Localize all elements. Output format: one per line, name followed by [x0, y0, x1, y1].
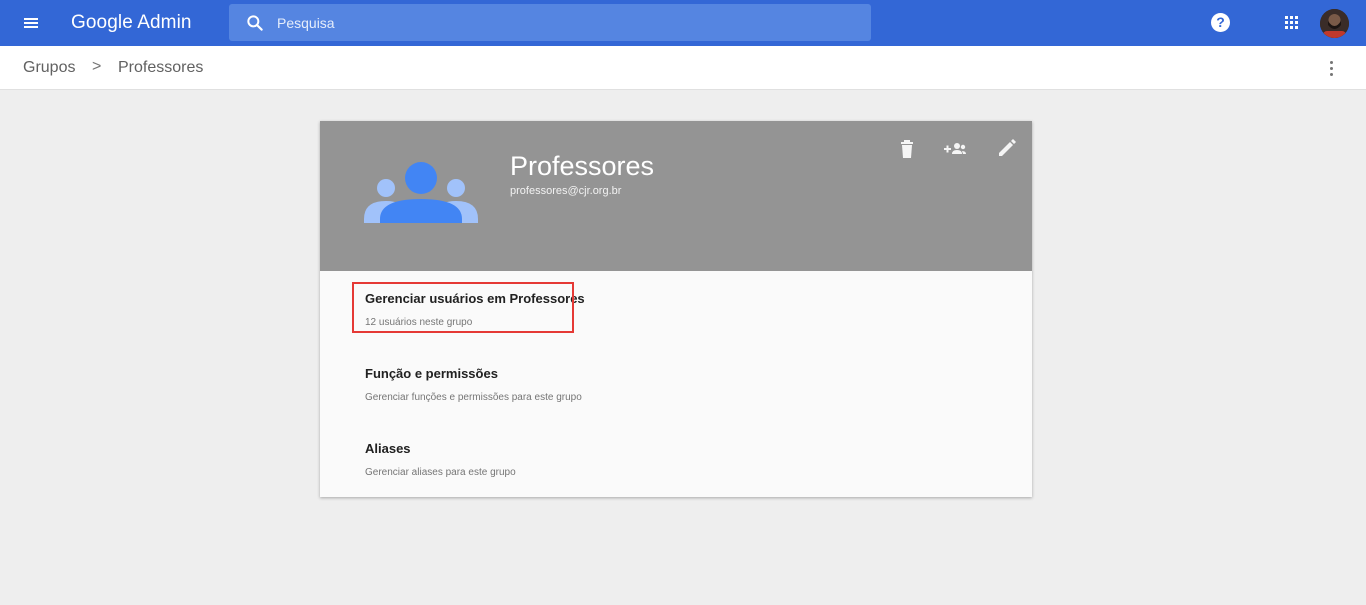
help-icon[interactable]: ?: [1211, 13, 1230, 32]
search-input[interactable]: [277, 4, 857, 41]
group-name: Professores: [510, 151, 655, 181]
top-app-bar: Google Admin ?: [0, 0, 1366, 46]
delete-icon[interactable]: [896, 139, 918, 159]
section-title: Aliases: [365, 441, 411, 456]
menu-icon[interactable]: [18, 12, 44, 34]
breadcrumb-separator: >: [92, 58, 102, 75]
section-title: Função e permissões: [365, 366, 498, 381]
section-subtitle: Gerenciar aliases para este grupo: [365, 467, 516, 478]
add-user-icon[interactable]: [944, 139, 966, 159]
more-options-icon[interactable]: [1327, 61, 1337, 77]
search-icon[interactable]: [245, 13, 265, 33]
breadcrumb-item-grupos[interactable]: Grupos: [23, 59, 75, 77]
section-roles-permissions[interactable]: Função e permissões Gerenciar funções e …: [320, 346, 1032, 421]
section-subtitle: Gerenciar funções e permissões para este…: [365, 392, 582, 403]
breadcrumb-item-professores: Professores: [118, 59, 204, 76]
avatar[interactable]: [1320, 9, 1349, 38]
section-aliases[interactable]: Aliases Gerenciar aliases para este grup…: [320, 421, 1032, 496]
breadcrumb: Grupos > Professores: [0, 46, 1366, 90]
group-icon: [364, 162, 478, 223]
section-manage-users[interactable]: Gerenciar usuários em Professores 12 usu…: [320, 271, 1032, 346]
group-header: Professores professores@cjr.org.br: [320, 121, 1032, 271]
highlight-box: [352, 282, 574, 333]
group-email: professores@cjr.org.br: [510, 185, 622, 197]
google-admin-logo[interactable]: Google Admin: [71, 12, 192, 34]
edit-icon[interactable]: [996, 139, 1018, 159]
search-box[interactable]: [229, 4, 871, 41]
group-card: Professores professores@cjr.org.br Geren…: [320, 121, 1032, 497]
apps-grid-icon[interactable]: [1285, 16, 1299, 30]
avatar-image: [1320, 9, 1349, 38]
logo-admin-text: Admin: [137, 12, 192, 33]
logo-google-text: Google: [71, 12, 133, 33]
